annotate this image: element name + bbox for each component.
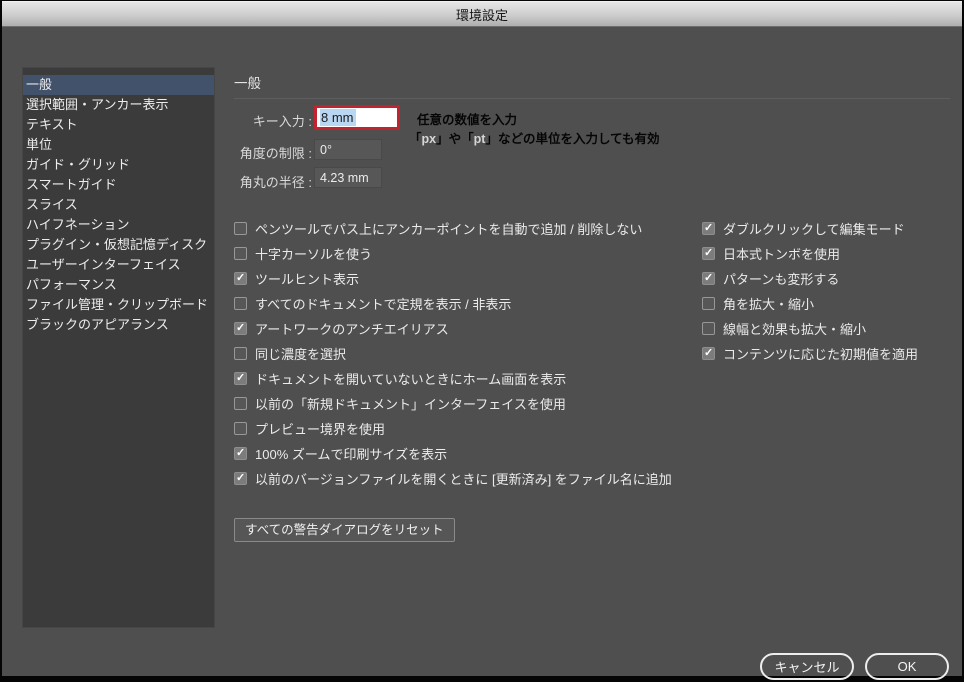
sidebar-item[interactable]: ユーザーインターフェイス xyxy=(23,255,214,275)
corner-radius-label: 角丸の半径 : xyxy=(239,175,312,190)
ok-button[interactable]: OK xyxy=(865,653,949,680)
checkbox[interactable] xyxy=(234,222,247,235)
checkbox-label: アートワークのアンチエイリアス xyxy=(255,322,449,337)
checkbox-label: 線幅と効果も拡大・縮小 xyxy=(723,322,867,337)
checkbox-row[interactable]: 100% ズームで印刷サイズを表示 xyxy=(234,441,672,466)
checkbox-row[interactable]: パターンも変形する xyxy=(702,266,918,291)
checkbox[interactable] xyxy=(234,247,247,260)
checkbox-column-right: ダブルクリックして編集モード 日本式トンボを使用 パターンも変形する 角を拡大・… xyxy=(702,216,918,366)
section-title: 一般 xyxy=(234,76,261,91)
checkbox-row[interactable]: ダブルクリックして編集モード xyxy=(702,216,918,241)
checkbox-label: ドキュメントを開いていないときにホーム画面を表示 xyxy=(255,372,567,387)
sidebar-item[interactable]: パフォーマンス xyxy=(23,275,214,295)
checkbox-row[interactable]: すべてのドキュメントで定規を表示 / 非表示 xyxy=(234,291,672,316)
sidebar-item[interactable]: ガイド・グリッド xyxy=(23,155,214,175)
sidebar-item[interactable]: ハイフネーション xyxy=(23,215,214,235)
checkbox-row[interactable]: コンテンツに応じた初期値を適用 xyxy=(702,341,918,366)
checkbox[interactable] xyxy=(234,322,247,335)
checkbox[interactable] xyxy=(234,372,247,385)
reset-warnings-button[interactable]: すべての警告ダイアログをリセット xyxy=(234,518,455,542)
checkbox-row[interactable]: プレビュー境界を使用 xyxy=(234,416,672,441)
checkbox[interactable] xyxy=(702,247,715,260)
checkbox-label: ダブルクリックして編集モード xyxy=(723,222,905,237)
sidebar-item[interactable]: ファイル管理・クリップボード xyxy=(23,295,214,315)
checkbox-row[interactable]: ツールヒント表示 xyxy=(234,266,672,291)
checkbox-label: 同じ濃度を選択 xyxy=(255,347,347,362)
sidebar-item[interactable]: 単位 xyxy=(23,135,214,155)
checkbox[interactable] xyxy=(234,397,247,410)
checkbox-label: プレビュー境界を使用 xyxy=(255,422,386,437)
checkbox[interactable] xyxy=(234,422,247,435)
checkbox[interactable] xyxy=(702,222,715,235)
checkbox-row[interactable]: 日本式トンボを使用 xyxy=(702,241,918,266)
checkbox[interactable] xyxy=(234,347,247,360)
sidebar-item[interactable]: プラグイン・仮想記憶ディスク xyxy=(23,235,214,255)
checkbox[interactable] xyxy=(702,322,715,335)
corner-radius-value: 4.23 mm xyxy=(320,170,369,185)
key-input-field[interactable]: 8 mm xyxy=(314,105,400,130)
angle-limit-label: 角度の制限 : xyxy=(239,146,312,161)
checkbox-label: ペンツールでパス上にアンカーポイントを自動で追加 / 削除しない xyxy=(255,222,643,237)
preferences-dialog: 環境設定 一般 選択範囲・アンカー表示 テキスト 単位 ガイド・グリッド スマートガイドス… xyxy=(0,0,964,682)
angle-limit-field[interactable]: 0° xyxy=(314,139,382,160)
checkbox-label: パターンも変形する xyxy=(723,272,840,287)
window-title: 環境設定 xyxy=(455,7,508,23)
sidebar-item[interactable]: ブラックのアピアランス xyxy=(23,315,214,335)
checkbox-label: 角を拡大・縮小 xyxy=(723,297,815,312)
dialog-body: 一般 選択範囲・アンカー表示 テキスト 単位 ガイド・グリッド スマートガイド スライス ハイ… xyxy=(2,27,962,680)
checkbox[interactable] xyxy=(702,347,715,360)
checkbox-row[interactable]: ペンツールでパス上にアンカーポイントを自動で追加 / 削除しない xyxy=(234,216,672,241)
corner-radius-field[interactable]: 4.23 mm xyxy=(314,167,382,188)
checkbox-row[interactable]: 同じ濃度を選択 xyxy=(234,341,672,366)
sidebar-item[interactable]: スライス xyxy=(23,195,214,215)
checkbox-row[interactable]: ドキュメントを開いていないときにホーム画面を表示 xyxy=(234,366,672,391)
sidebar: 一般 選択範囲・アンカー表示 テキスト 単位 ガイド・グリッド スマートガイド スライス ハイ… xyxy=(22,67,215,628)
checkbox-row[interactable]: 十字カーソルを使う xyxy=(234,241,672,266)
sidebar-item[interactable]: 選択範囲・アンカー表示 xyxy=(23,95,214,115)
checkbox-row[interactable]: アートワークのアンチエイリアス xyxy=(234,316,672,341)
checkbox-label: 100% ズームで印刷サイズを表示 xyxy=(255,447,448,462)
sidebar-item[interactable]: スマートガイド xyxy=(23,175,214,195)
checkbox[interactable] xyxy=(234,272,247,285)
cancel-button[interactable]: キャンセル xyxy=(760,653,854,680)
checkbox[interactable] xyxy=(234,297,247,310)
annotation-line2: 「px」や「pt」などの単位を入力しても有効 xyxy=(409,132,660,146)
checkbox[interactable] xyxy=(702,272,715,285)
key-input-value: 8 mm xyxy=(320,109,356,126)
checkbox-label: 以前の「新規ドキュメント」インターフェイスを使用 xyxy=(255,397,566,412)
checkbox-label: 以前のバージョンファイルを開くときに [更新済み] をファイル名に追加 xyxy=(255,472,672,487)
checkbox-label: 十字カーソルを使う xyxy=(255,247,373,262)
checkbox[interactable] xyxy=(702,297,715,310)
sidebar-item[interactable]: テキスト xyxy=(23,115,214,135)
checkbox-row[interactable]: 以前の「新規ドキュメント」インターフェイスを使用 xyxy=(234,391,672,416)
checkbox-column-left: ペンツールでパス上にアンカーポイントを自動で追加 / 削除しない 十字カーソルを… xyxy=(234,216,672,491)
section-separator xyxy=(234,98,950,99)
checkbox[interactable] xyxy=(234,472,247,485)
checkbox-label: 日本式トンボを使用 xyxy=(723,247,841,262)
checkbox-label: すべてのドキュメントで定規を表示 / 非表示 xyxy=(255,297,512,312)
key-input-label: キー入力 : xyxy=(252,114,312,129)
checkbox-row[interactable]: 角を拡大・縮小 xyxy=(702,291,918,316)
checkbox[interactable] xyxy=(234,447,247,460)
checkbox-row[interactable]: 線幅と効果も拡大・縮小 xyxy=(702,316,918,341)
sidebar-item[interactable]: 一般 xyxy=(23,75,214,95)
checkbox-row[interactable]: 以前のバージョンファイルを開くときに [更新済み] をファイル名に追加 xyxy=(234,466,672,491)
checkbox-label: ツールヒント表示 xyxy=(255,272,360,287)
checkbox-label: コンテンツに応じた初期値を適用 xyxy=(723,347,919,362)
window-titlebar[interactable]: 環境設定 xyxy=(2,1,962,27)
angle-limit-value: 0° xyxy=(320,142,332,157)
annotation-line1: 任意の数値を入力 xyxy=(417,113,518,127)
